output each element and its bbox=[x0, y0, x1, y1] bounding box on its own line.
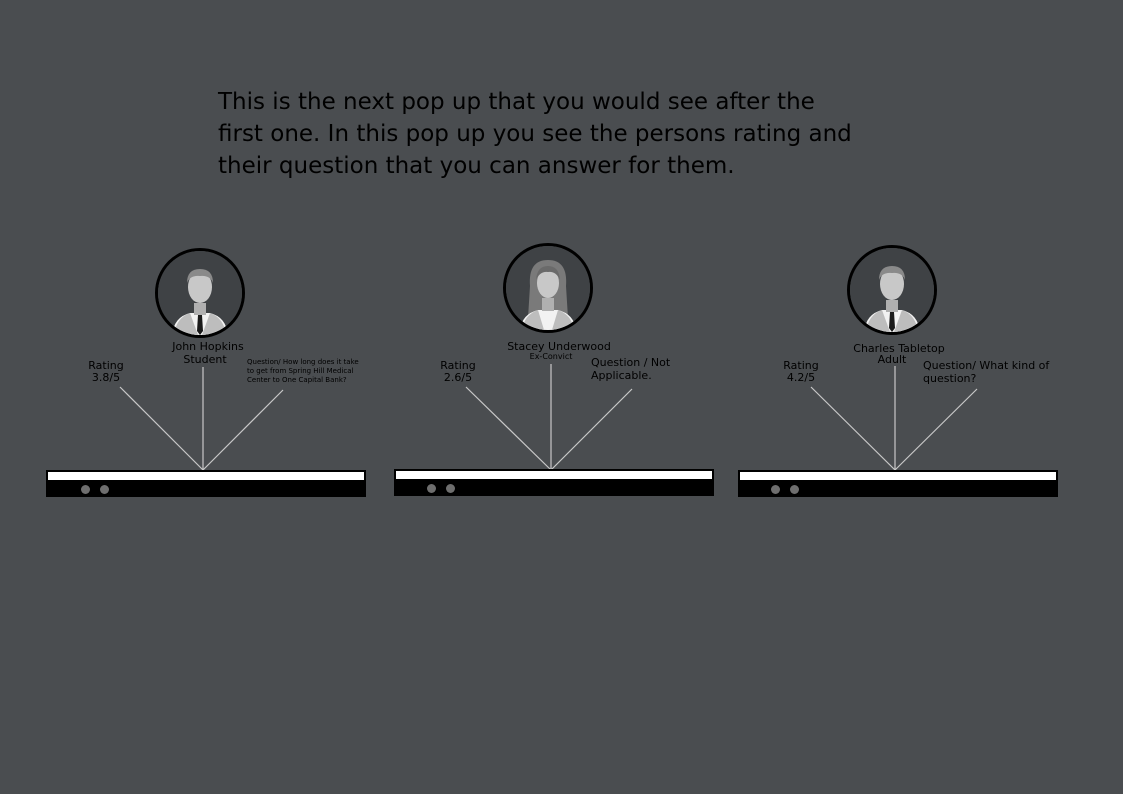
profile-card-charles-tabletop: Charles Tabletop Adult Rating 4.2/5 Ques… bbox=[731, 0, 1061, 794]
person-name: Stacey Underwood bbox=[507, 340, 611, 353]
popup-title-bar bbox=[48, 472, 364, 480]
dot-icon[interactable] bbox=[427, 484, 436, 493]
rating: Rating 3.8/5 bbox=[78, 360, 134, 384]
dot-icon[interactable] bbox=[81, 485, 90, 494]
dot-icon[interactable] bbox=[771, 485, 780, 494]
dot-icon[interactable] bbox=[790, 485, 799, 494]
profile-card-stacey-underwood: Stacey Underwood Ex-Convict Rating 2.6/5… bbox=[388, 0, 718, 794]
question-text: Question/ What kind of question? bbox=[923, 359, 1050, 385]
dot-icon[interactable] bbox=[446, 484, 455, 493]
rating-value: 3.8/5 bbox=[91, 371, 121, 384]
female-avatar-icon bbox=[506, 246, 590, 330]
male-avatar-icon bbox=[850, 248, 934, 332]
connector-lines bbox=[810, 366, 978, 471]
avatar bbox=[503, 243, 593, 333]
person-name: John Hopkins bbox=[172, 340, 244, 353]
person-role: Ex-Convict bbox=[529, 352, 573, 361]
rating: Rating 2.6/5 bbox=[430, 360, 486, 384]
popup-window[interactable] bbox=[394, 469, 714, 496]
connector-lines bbox=[119, 367, 284, 471]
question-text: Question/ How long does it take to get f… bbox=[247, 358, 359, 384]
popup-window[interactable] bbox=[46, 470, 366, 497]
avatar bbox=[847, 245, 937, 335]
rating-value: 4.2/5 bbox=[786, 371, 816, 384]
person-role: Student bbox=[183, 353, 227, 366]
rating-value: 2.6/5 bbox=[443, 371, 473, 384]
connector-lines bbox=[465, 364, 633, 471]
question-text: Question / Not Applicable. bbox=[591, 356, 671, 382]
avatar bbox=[155, 248, 245, 338]
popup-title-bar bbox=[740, 472, 1056, 480]
page: This is the next pop up that you would s… bbox=[0, 0, 1123, 794]
rating: Rating 4.2/5 bbox=[773, 360, 829, 384]
popup-title-bar bbox=[396, 471, 712, 479]
dot-icon[interactable] bbox=[100, 485, 109, 494]
male-avatar-icon bbox=[158, 251, 242, 335]
popup-window[interactable] bbox=[738, 470, 1058, 497]
profile-card-john-hopkins: John Hopkins Student Rating 3.8/5 Questi… bbox=[40, 0, 370, 794]
